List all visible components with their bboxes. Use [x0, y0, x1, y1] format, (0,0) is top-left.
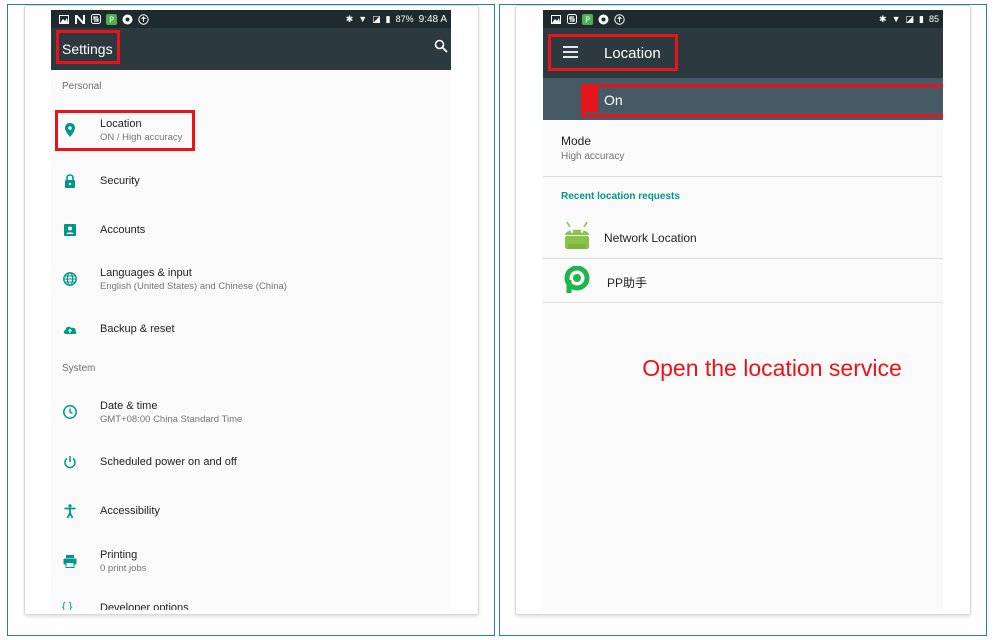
settings-item-label: Security: [100, 175, 140, 187]
mode-value: High accuracy: [561, 151, 625, 162]
chrome-notification-icon: [122, 14, 133, 25]
no-signal-icon: ◪: [905, 13, 915, 24]
settings-item-accounts[interactable]: Accounts: [51, 207, 451, 253]
svg-text:P: P: [585, 15, 590, 24]
request-label: PP助手: [607, 276, 648, 290]
settings-item-developer[interactable]: { } Developer options: [51, 592, 451, 610]
settings-item-label: Accessibility: [100, 505, 160, 517]
android-icon: [561, 220, 593, 257]
clock-time: 9:48 A: [418, 13, 447, 25]
image-notification-icon: [550, 14, 561, 25]
divider: [543, 302, 943, 303]
wifi-icon: ▼: [358, 14, 368, 24]
mode-title: Mode: [561, 134, 592, 148]
section-header-system: System: [62, 363, 96, 374]
settings-item-label: Developer options: [100, 602, 189, 610]
pp-notification-icon: P: [582, 13, 593, 25]
location-screen: P ✱ ▼ ◪ ▮ 85 Location On Mode High accur…: [543, 10, 943, 610]
s-notification-icon: [90, 14, 101, 25]
status-bar: P ✱ ▼ ◪ ▮ 85: [543, 10, 943, 28]
accessibility-icon: [62, 503, 78, 519]
divider: [543, 176, 943, 177]
image-notification-icon: [58, 14, 69, 25]
printer-icon: [62, 553, 78, 569]
bluetooth-icon: ✱: [345, 13, 354, 24]
battery-icon: ▮: [385, 13, 391, 24]
settings-title-highlight: [56, 30, 120, 64]
no-signal-icon: ◪: [372, 13, 381, 24]
instruction-caption: Open the location service: [642, 355, 902, 381]
account-icon: [62, 222, 78, 238]
upload-notification-icon: [614, 13, 625, 25]
bluetooth-icon: ✱: [879, 13, 887, 24]
switch-highlight: [581, 84, 943, 117]
settings-item-label: Date & time: [100, 400, 158, 412]
settings-screen: P ✱ ▼ ◪ ▮ 87% 9:48 A Settings Personal L…: [51, 10, 451, 610]
svg-text:P: P: [109, 15, 114, 24]
settings-item-subtitle: GMT+08:00 China Standard Time: [100, 414, 243, 425]
wifi-icon: ▼: [891, 14, 901, 24]
settings-item-accessibility[interactable]: Accessibility: [51, 488, 451, 534]
pp-icon: [563, 265, 591, 299]
globe-icon: [62, 271, 78, 287]
mode-row[interactable]: Mode High accuracy: [543, 120, 943, 176]
lock-icon: [62, 173, 78, 189]
chrome-notification-icon: [598, 14, 609, 25]
settings-item-label: Scheduled power on and off: [100, 456, 237, 468]
settings-item-label: Printing: [100, 549, 138, 561]
settings-item-security[interactable]: Security: [51, 158, 451, 204]
settings-item-scheduled-power[interactable]: Scheduled power on and off: [51, 439, 451, 485]
section-header-personal: Personal: [62, 81, 102, 92]
location-item-highlight: [55, 110, 195, 151]
power-icon: [62, 454, 78, 470]
location-title-highlight: [548, 34, 678, 71]
settings-item-label: Backup & reset: [100, 323, 175, 335]
settings-item-printing[interactable]: Printing 0 print jobs: [51, 538, 451, 584]
battery-icon: ▮: [919, 13, 924, 24]
battery-percent: 87%: [395, 14, 414, 24]
settings-item-label: Accounts: [100, 224, 146, 236]
upload-notification-icon: [138, 13, 149, 25]
s-notification-icon: [566, 14, 577, 25]
clock-icon: [62, 404, 78, 420]
status-bar: P ✱ ▼ ◪ ▮ 87% 9:48 A: [51, 10, 451, 28]
settings-item-languages[interactable]: Languages & input English (United States…: [51, 256, 451, 302]
battery-percent: 85: [928, 14, 939, 24]
request-network-location[interactable]: Network Location: [543, 214, 943, 258]
request-pp-assistant[interactable]: PP助手: [543, 259, 943, 302]
settings-item-backup[interactable]: Backup & reset: [51, 306, 451, 352]
cloud-upload-icon: [62, 321, 78, 337]
n-notification-icon: [74, 14, 85, 25]
search-icon[interactable]: [434, 39, 448, 58]
pp-notification-icon: P: [106, 13, 117, 25]
recent-requests-header: Recent location requests: [561, 191, 680, 202]
request-label: Network Location: [604, 231, 697, 245]
settings-item-subtitle: English (United States) and Chinese (Chi…: [100, 281, 287, 292]
developer-icon: { }: [62, 601, 73, 610]
settings-item-label: Languages & input: [100, 267, 192, 279]
settings-item-subtitle: 0 print jobs: [100, 563, 147, 574]
settings-item-date-time[interactable]: Date & time GMT+08:00 China Standard Tim…: [51, 389, 451, 435]
